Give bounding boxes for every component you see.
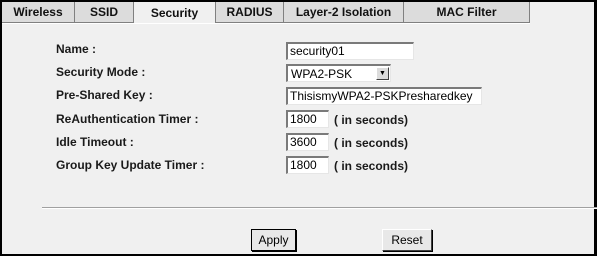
reauth-timer-field[interactable]: 1800 (286, 110, 329, 128)
idle-timeout-field[interactable]: 3600 (286, 133, 329, 151)
pre-shared-key-label: Pre-Shared Key : (56, 88, 153, 102)
reauth-timer-label: ReAuthentication Timer : (56, 112, 199, 126)
name-field[interactable]: security01 (286, 42, 414, 60)
tab-security[interactable]: Security (134, 2, 216, 23)
tab-wireless[interactable]: Wireless (2, 2, 75, 23)
tab-mac-filter[interactable]: MAC Filter (404, 2, 530, 23)
idle-unit-label: ( in seconds) (334, 136, 409, 150)
tab-bar: Wireless SSID Security RADIUS Layer-2 Is… (2, 2, 530, 24)
security-mode-select[interactable]: WPA2-PSK ▼ (286, 64, 391, 82)
security-mode-label: Security Mode : (56, 65, 146, 79)
security-panel: Wireless SSID Security RADIUS Layer-2 Is… (0, 0, 597, 256)
chevron-down-icon[interactable]: ▼ (376, 67, 389, 80)
name-label: Name : (56, 42, 97, 56)
tab-ssid[interactable]: SSID (75, 2, 134, 23)
tab-layer2-isolation[interactable]: Layer-2 Isolation (284, 2, 404, 23)
reset-button[interactable]: Reset (382, 229, 432, 251)
idle-timeout-label: Idle Timeout : (56, 135, 134, 149)
apply-button[interactable]: Apply (251, 229, 296, 251)
group-key-update-field[interactable]: 1800 (286, 156, 329, 174)
pre-shared-key-field[interactable]: ThisismyWPA2-PSKPresharedkey (286, 87, 482, 105)
tab-radius[interactable]: RADIUS (216, 2, 284, 23)
group-key-update-label: Group Key Update Timer : (56, 158, 205, 172)
security-mode-value: WPA2-PSK (291, 67, 353, 81)
reauth-unit-label: ( in seconds) (334, 113, 409, 127)
group-key-unit-label: ( in seconds) (334, 159, 409, 173)
divider (42, 207, 597, 209)
